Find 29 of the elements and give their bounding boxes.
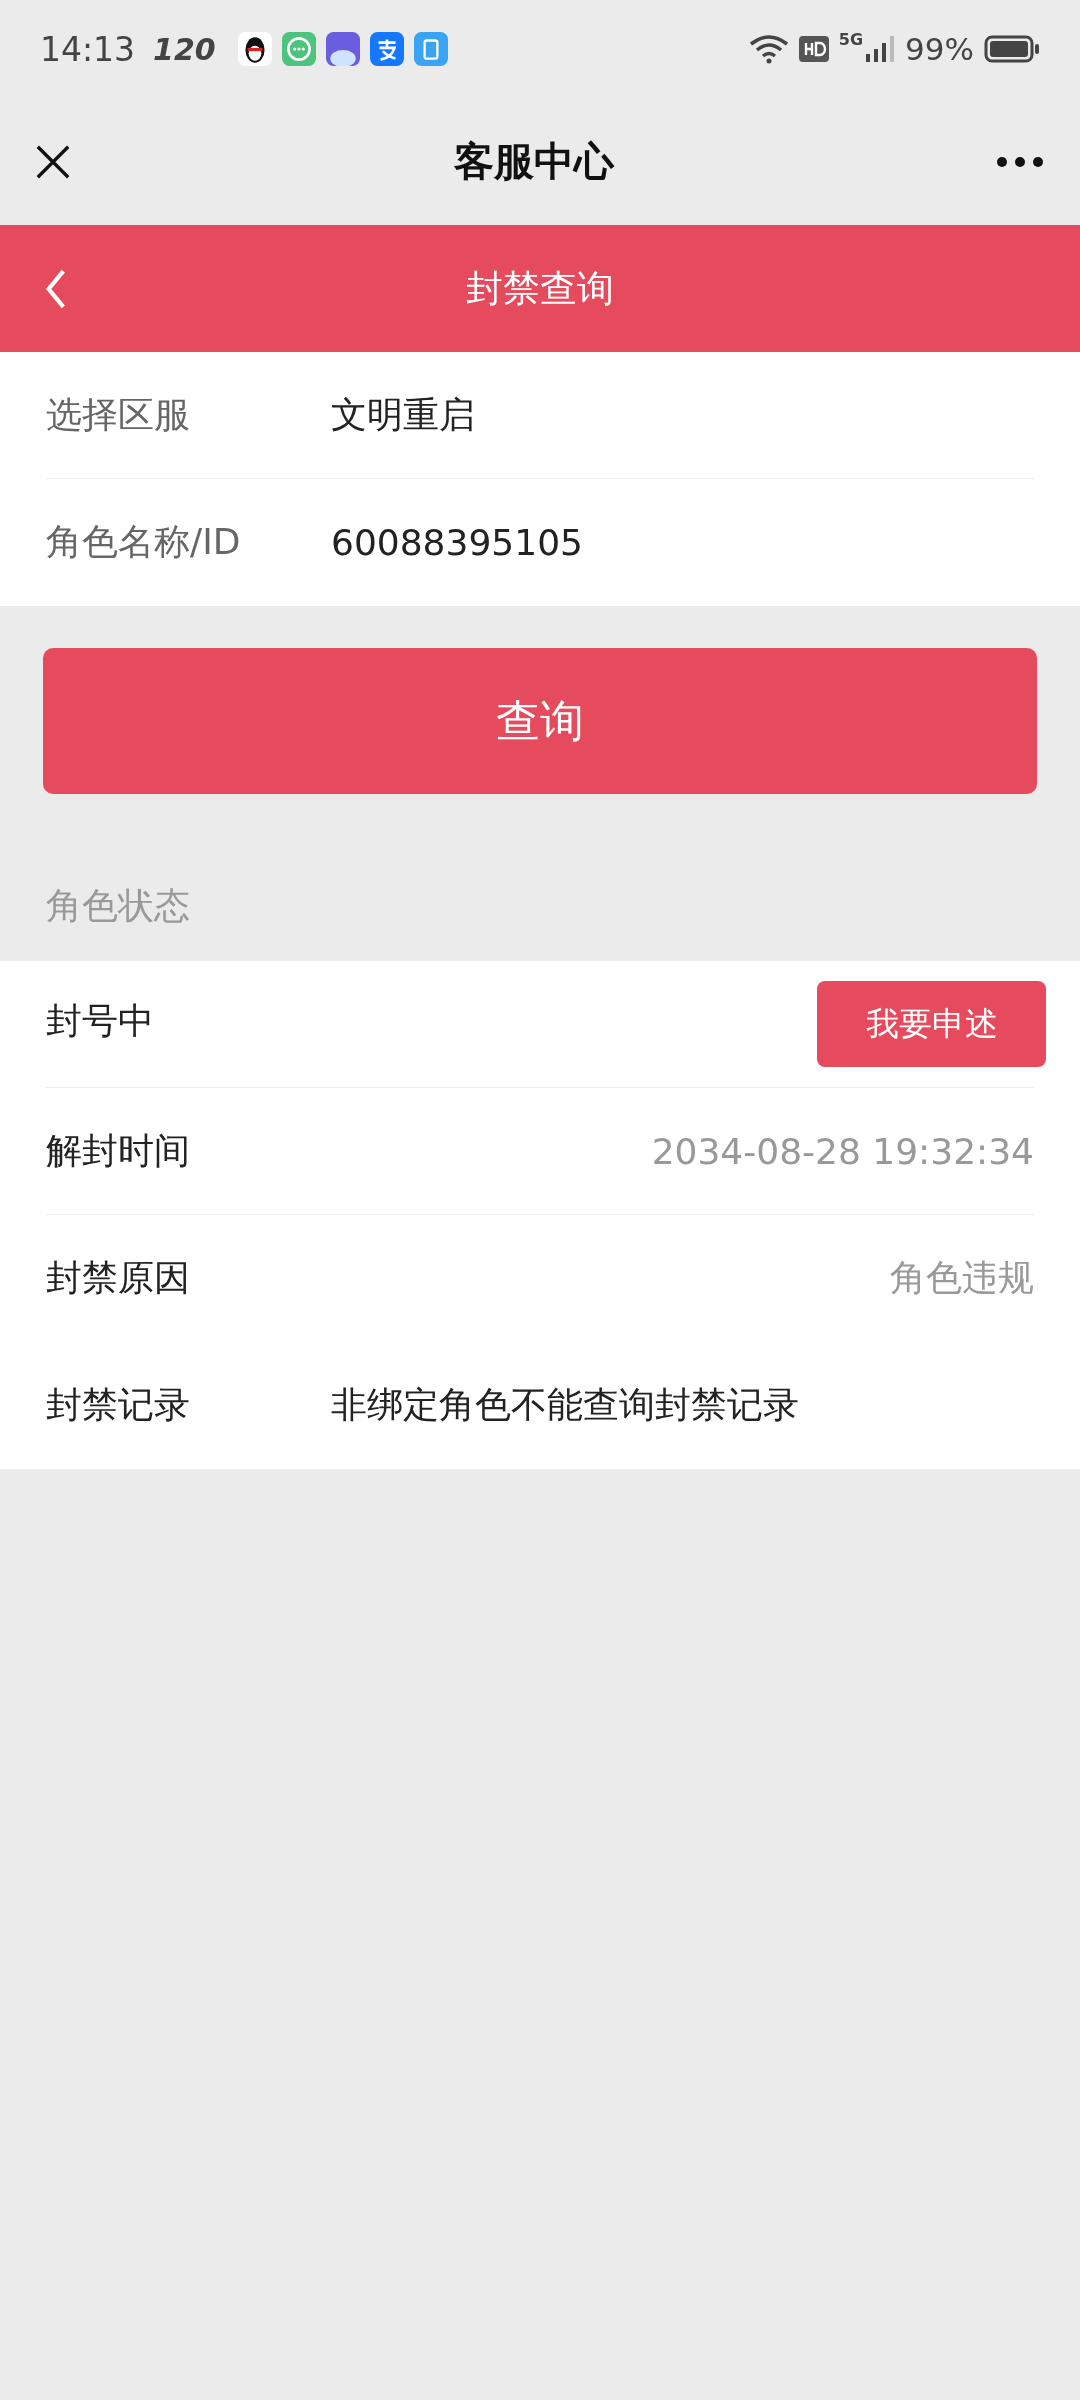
signal-icon [865, 36, 896, 62]
status-label: 解封时间 [46, 1128, 191, 1173]
section-title: 角色状态 [45, 884, 191, 928]
field-label: 选择区服 [46, 392, 191, 437]
payment-app-icon [369, 32, 404, 66]
status-time: 14:13 [40, 29, 136, 69]
network-type: 5G [838, 30, 864, 49]
status-label: 封号中 [46, 999, 155, 1043]
battery-percent: 99% [905, 31, 974, 67]
more-icon[interactable] [996, 155, 1044, 168]
field-value[interactable]: 60088395105 [331, 522, 583, 563]
page-title: 客服中心 [454, 137, 614, 186]
status-value: 角色违规 [890, 1256, 1034, 1300]
status-label: 封禁记录 [46, 1383, 191, 1427]
header-title: 封禁查询 [466, 265, 614, 312]
hd-icon [798, 36, 829, 62]
field-label: 角色名称/ID [46, 520, 242, 564]
game-app-icon [325, 32, 360, 66]
query-button[interactable]: 查询 [43, 648, 1037, 794]
battery-icon [984, 35, 1040, 63]
appeal-button[interactable]: 我要申述 [817, 981, 1046, 1067]
status-value: 非绑定角色不能查询封禁记录 [331, 1383, 799, 1427]
chat-app-icon [281, 32, 316, 66]
refresh-rate: 120 [153, 31, 216, 67]
back-icon[interactable] [44, 267, 68, 310]
field-value[interactable]: 文明重启 [331, 390, 475, 440]
status-label: 封禁原因 [46, 1256, 191, 1300]
wifi-icon [748, 34, 789, 64]
status-value: 2034-08-28 19:32:34 [651, 1130, 1034, 1172]
